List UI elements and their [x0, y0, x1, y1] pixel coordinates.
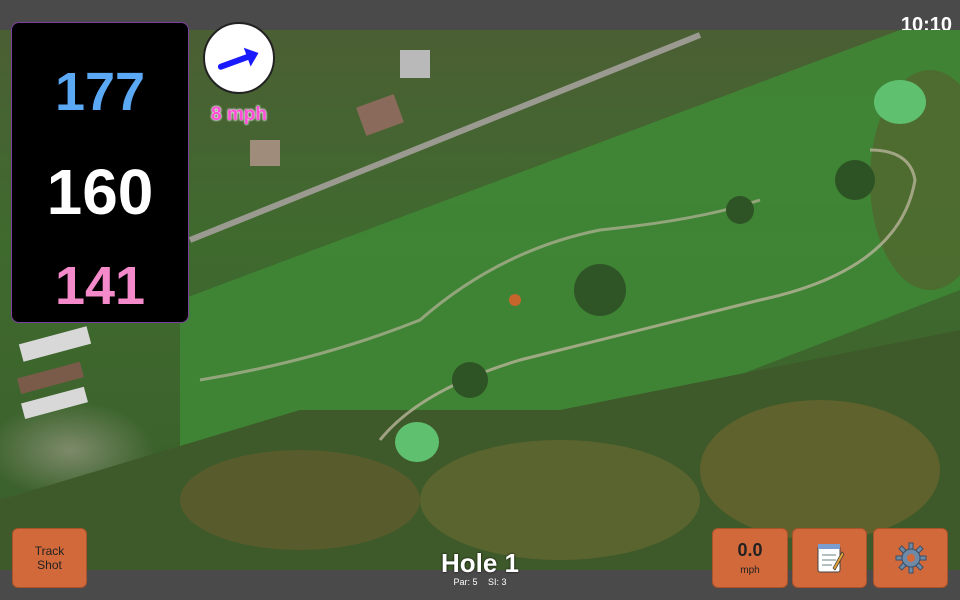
back-distance: 177: [54, 62, 146, 122]
par-label: Par: 5: [453, 577, 478, 587]
hole-info: Par: 5 SI: 3: [380, 577, 580, 587]
wind-speed: 8 mph: [211, 104, 267, 125]
speed-button[interactable]: 0.0 mph: [712, 528, 788, 588]
front-distance: 141: [54, 256, 146, 316]
track-shot-label-line2: Shot: [37, 558, 62, 572]
notes-button[interactable]: [792, 528, 867, 588]
gear-icon: [895, 542, 926, 574]
settings-button[interactable]: [873, 528, 948, 588]
wind-arrow-icon: [217, 47, 259, 70]
distance-panel: 177 160 141: [11, 22, 189, 323]
track-shot-button[interactable]: Track Shot: [12, 528, 87, 588]
wind-indicator: [203, 22, 275, 94]
notepad-icon: [817, 544, 844, 573]
hole-title: Hole 1: [440, 548, 520, 578]
middle-distance: 160: [46, 156, 154, 228]
si-label: SI: 3: [488, 577, 507, 587]
speed-value: 0.0: [737, 540, 763, 560]
speed-unit: mph: [740, 565, 760, 576]
track-shot-label-line1: Track: [34, 544, 65, 558]
